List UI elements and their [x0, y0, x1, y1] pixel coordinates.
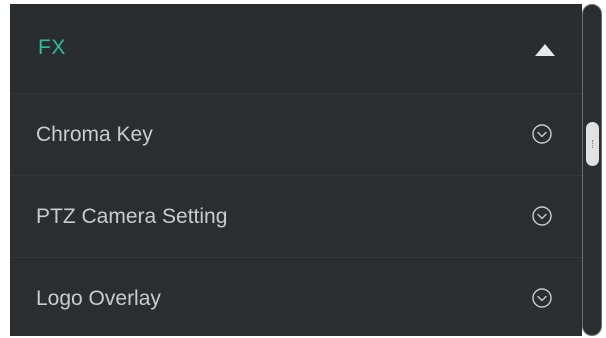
list-item-logo-overlay[interactable]: Logo Overlay [10, 258, 582, 336]
grip-icon [592, 140, 594, 148]
triangle-up-icon [535, 44, 555, 56]
list-item-ptz-camera-setting[interactable]: PTZ Camera Setting [10, 176, 582, 258]
chevron-circle-down-icon[interactable] [531, 123, 553, 145]
item-label: Chroma Key [36, 123, 153, 146]
chevron-circle-down-icon[interactable] [531, 205, 553, 227]
scrollbar-thumb[interactable] [586, 122, 599, 166]
section-title: FX [38, 36, 66, 59]
scrollbar-track[interactable] [582, 4, 602, 336]
fx-panel: FX Chroma Key PTZ Camera Setting Logo Ov… [10, 4, 582, 336]
chevron-circle-down-icon[interactable] [531, 287, 553, 309]
list-item-chroma-key[interactable]: Chroma Key [10, 94, 582, 176]
item-label: PTZ Camera Setting [36, 205, 228, 228]
collapse-button[interactable] [530, 38, 560, 62]
item-label: Logo Overlay [36, 287, 161, 310]
fx-section-header[interactable]: FX [10, 4, 582, 94]
